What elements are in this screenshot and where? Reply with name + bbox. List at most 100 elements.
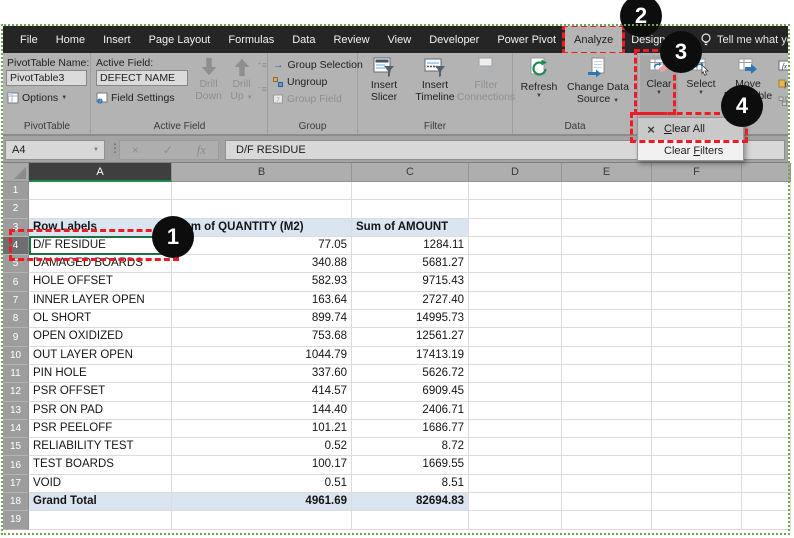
row-header-12[interactable]: 12 — [3, 383, 29, 401]
cell-c13[interactable]: 2406.71 — [352, 402, 469, 420]
collapse-field-button[interactable]: ⁻≡ — [257, 85, 267, 94]
cell-b7[interactable]: 163.64 — [172, 292, 352, 310]
cell-f18[interactable] — [652, 493, 742, 511]
row-header-1[interactable]: 1 — [3, 182, 29, 200]
cell-e6[interactable] — [562, 273, 652, 291]
row-header-14[interactable]: 14 — [3, 420, 29, 438]
column-header-b[interactable]: B — [172, 163, 352, 182]
cell-g1[interactable] — [742, 182, 791, 200]
menu-item-clear-filters[interactable]: Clear Filters — [638, 140, 743, 162]
cell-e5[interactable] — [562, 255, 652, 273]
ungroup-button[interactable]: Ungroup — [273, 76, 327, 88]
cell-f15[interactable] — [652, 438, 742, 456]
cell-e4[interactable] — [562, 237, 652, 255]
cell-b1[interactable] — [172, 182, 352, 200]
cell-a19[interactable] — [29, 511, 172, 529]
cell-c5[interactable]: 5681.27 — [352, 255, 469, 273]
column-header-c[interactable]: C — [352, 163, 469, 182]
cell-g3[interactable] — [742, 219, 791, 237]
cell-f7[interactable] — [652, 292, 742, 310]
cell-b16[interactable]: 100.17 — [172, 456, 352, 474]
tab-power-pivot[interactable]: Power Pivot — [488, 26, 565, 53]
cell-d12[interactable] — [469, 383, 562, 401]
change-data-source-button[interactable]: Change Data Source ▼ — [563, 57, 633, 105]
cell-e19[interactable] — [562, 511, 652, 529]
cell-b19[interactable] — [172, 511, 352, 529]
column-header-g-partial[interactable] — [742, 163, 791, 182]
cell-e10[interactable] — [562, 347, 652, 365]
cell-c19[interactable] — [352, 511, 469, 529]
cell-a11[interactable]: PIN HOLE — [29, 365, 172, 383]
cell-b13[interactable]: 144.40 — [172, 402, 352, 420]
row-header-4[interactable]: 4 — [3, 237, 29, 255]
cell-d8[interactable] — [469, 310, 562, 328]
cell-b3[interactable]: Sum of QUANTITY (M2) — [172, 219, 352, 237]
cell-f3[interactable] — [652, 219, 742, 237]
cell-b8[interactable]: 899.74 — [172, 310, 352, 328]
row-header-2[interactable]: 2 — [3, 200, 29, 218]
cell-a17[interactable]: VOID — [29, 475, 172, 493]
cell-f1[interactable] — [652, 182, 742, 200]
cell-d15[interactable] — [469, 438, 562, 456]
column-header-e[interactable]: E — [562, 163, 652, 182]
cell-f5[interactable] — [652, 255, 742, 273]
row-header-6[interactable]: 6 — [3, 273, 29, 291]
cell-e15[interactable] — [562, 438, 652, 456]
cell-f11[interactable] — [652, 365, 742, 383]
cell-d2[interactable] — [469, 200, 562, 218]
cell-g11[interactable] — [742, 365, 791, 383]
cell-b15[interactable]: 0.52 — [172, 438, 352, 456]
insert-slicer-button[interactable]: Insert Slicer — [361, 57, 407, 103]
name-box-dropdown-icon[interactable]: ▼ — [93, 147, 99, 153]
drill-down-button[interactable]: Drill Down — [192, 56, 225, 102]
cell-g12[interactable] — [742, 383, 791, 401]
row-header-9[interactable]: 9 — [3, 328, 29, 346]
cell-b6[interactable]: 582.93 — [172, 273, 352, 291]
cell-b17[interactable]: 0.51 — [172, 475, 352, 493]
cell-a10[interactable]: OUT LAYER OPEN — [29, 347, 172, 365]
cell-g4[interactable] — [742, 237, 791, 255]
cell-f14[interactable] — [652, 420, 742, 438]
cell-d14[interactable] — [469, 420, 562, 438]
tab-home[interactable]: Home — [47, 26, 94, 53]
cell-c9[interactable]: 12561.27 — [352, 328, 469, 346]
cell-e7[interactable] — [562, 292, 652, 310]
cell-g16[interactable] — [742, 456, 791, 474]
cell-e3[interactable] — [562, 219, 652, 237]
cell-e16[interactable] — [562, 456, 652, 474]
cell-b10[interactable]: 1044.79 — [172, 347, 352, 365]
cell-d16[interactable] — [469, 456, 562, 474]
column-header-a[interactable]: A — [29, 163, 172, 182]
tab-page-layout[interactable]: Page Layout — [140, 26, 220, 53]
cell-g15[interactable] — [742, 438, 791, 456]
cell-a18[interactable]: Grand Total — [29, 493, 172, 511]
cell-a5[interactable]: DAMAGED BOARDS — [29, 255, 172, 273]
cell-d4[interactable] — [469, 237, 562, 255]
cell-d9[interactable] — [469, 328, 562, 346]
insert-function-icon[interactable]: fx — [197, 142, 206, 158]
cell-a14[interactable]: PSR PEELOFF — [29, 420, 172, 438]
drill-up-button[interactable]: Drill Up ▼ — [225, 56, 258, 102]
cell-e8[interactable] — [562, 310, 652, 328]
cell-g13[interactable] — [742, 402, 791, 420]
cell-b18[interactable]: 4961.69 — [172, 493, 352, 511]
active-field-input[interactable]: DEFECT NAME — [96, 70, 188, 86]
cell-g8[interactable] — [742, 310, 791, 328]
cell-d19[interactable] — [469, 511, 562, 529]
tab-developer[interactable]: Developer — [420, 26, 488, 53]
cell-d7[interactable] — [469, 292, 562, 310]
cancel-icon[interactable]: × — [132, 143, 139, 157]
cell-e17[interactable] — [562, 475, 652, 493]
row-header-17[interactable]: 17 — [3, 475, 29, 493]
row-header-3[interactable]: 3 — [3, 219, 29, 237]
row-header-19[interactable]: 19 — [3, 511, 29, 529]
group-field-button[interactable]: 7 Group Field — [273, 93, 342, 105]
cell-c6[interactable]: 9715.43 — [352, 273, 469, 291]
cell-c10[interactable]: 17413.19 — [352, 347, 469, 365]
cell-c17[interactable]: 8.51 — [352, 475, 469, 493]
cell-g2[interactable] — [742, 200, 791, 218]
pivottable-name-input[interactable]: PivotTable3 — [6, 70, 87, 86]
cell-e18[interactable] — [562, 493, 652, 511]
cell-b12[interactable]: 414.57 — [172, 383, 352, 401]
cell-a6[interactable]: HOLE OFFSET — [29, 273, 172, 291]
